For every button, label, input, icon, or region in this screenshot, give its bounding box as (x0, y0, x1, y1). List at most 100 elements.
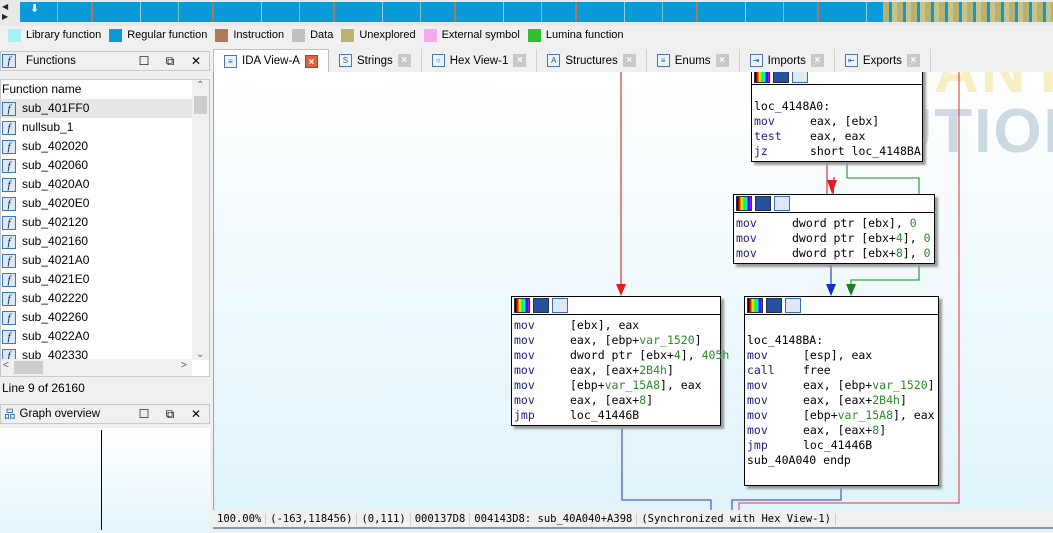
function-row[interactable]: f sub_402160 (1, 232, 192, 251)
tab-close-icon[interactable]: × (906, 54, 920, 67)
tab-close-icon[interactable]: × (513, 54, 527, 67)
float-button[interactable]: ⧉ (157, 407, 183, 422)
graph-overview-canvas[interactable] (0, 428, 210, 533)
nav-scroll-arrows[interactable]: ◀ ▶ (2, 2, 18, 24)
edit-icon[interactable] (773, 72, 789, 83)
color-icon[interactable] (736, 196, 752, 211)
function-row[interactable]: f sub_4020A0 (1, 175, 192, 194)
function-rows: f sub_401FF0 f nullsub_1 f sub_402020 f sub_402… (1, 99, 209, 365)
function-row[interactable]: f sub_402020 (1, 137, 192, 156)
tab-imports[interactable]: ⇥ Imports × (739, 49, 835, 72)
scroll-left-icon[interactable]: < (3, 360, 9, 371)
graph-icon[interactable] (774, 196, 790, 211)
code-line[interactable]: mov eax, [eax+8] (512, 393, 720, 408)
function-row[interactable]: f nullsub_1 (1, 118, 192, 137)
code-line[interactable]: mov eax, [eax+2B4h] (745, 393, 938, 408)
code-line[interactable]: loc_4148BA: (745, 333, 938, 348)
function-icon: f (2, 177, 16, 192)
code-block-loc-4148BA[interactable]: loc_4148BA: mov [esp], eax call free mov eax, … (744, 296, 939, 486)
operand: eax, [eax+ (803, 393, 873, 407)
tab-close-icon[interactable]: × (622, 54, 636, 67)
graph-icon[interactable] (552, 298, 568, 313)
tab-ida-view-a[interactable]: ≡ IDA View-A × (213, 49, 329, 72)
tab-label: IDA View-A (242, 55, 300, 67)
tab-exports[interactable]: ⇤ Exports × (834, 49, 931, 72)
tab-close-icon[interactable]: × (304, 54, 318, 68)
code-line[interactable]: mov eax, [eax+2B4h] (512, 363, 720, 378)
code-block-store-eax[interactable]: mov [ebx], eax mov eax, [ebp+var_1520] mov dw… (511, 296, 729, 426)
code-line[interactable]: jz short loc_4148BA (752, 144, 922, 159)
block-lines: mov dword ptr [ebx], 0 mov dword ptr [ebx+4… (734, 213, 934, 261)
operand: eax, [eax+ (570, 363, 640, 377)
color-icon[interactable] (747, 298, 763, 313)
operand: eax, [eax+ (803, 423, 873, 437)
code-line[interactable]: mov dword ptr [ebx+4], 405h (512, 348, 729, 363)
function-row[interactable]: f sub_4021A0 (1, 251, 192, 270)
operand: ] (927, 378, 935, 392)
code-line[interactable]: sub_40A040 endp (745, 453, 938, 468)
tab-label: Strings (356, 54, 393, 67)
code-line[interactable]: mov dword ptr [ebx+8], 0 (734, 246, 934, 261)
tab-close-icon[interactable]: × (397, 54, 411, 67)
code-line[interactable] (745, 318, 938, 333)
function-row[interactable]: f sub_402260 (1, 308, 192, 327)
graph-icon[interactable] (785, 298, 801, 313)
hscroll-thumb[interactable] (14, 361, 43, 374)
function-row[interactable]: f sub_402220 (1, 289, 192, 308)
scroll-thumb[interactable] (194, 96, 207, 114)
function-icon: f (2, 101, 16, 116)
code-line[interactable]: jmp loc_41446B (512, 408, 720, 423)
status-field: (Synchronized with Hex View-1) (637, 512, 836, 525)
float-button[interactable]: ⧉ (157, 54, 183, 69)
maximize-button[interactable]: ☐ (131, 407, 157, 421)
tab-structures[interactable]: A Structures × (537, 49, 647, 72)
code-line[interactable]: mov eax, [ebp+var_1520] (745, 378, 938, 393)
scroll-right-icon[interactable]: > (181, 360, 187, 371)
tab-close-icon[interactable]: × (715, 54, 729, 67)
code-line[interactable]: mov [ebp+var_15A8], eax (512, 378, 720, 393)
tab-strings[interactable]: S Strings × (328, 49, 422, 72)
code-block-zero-fields[interactable]: mov dword ptr [ebx], 0 mov dword ptr [ebx+4… (733, 194, 935, 264)
code-line[interactable]: jmp loc_41446B (745, 438, 938, 453)
function-row[interactable]: f sub_402060 (1, 156, 192, 175)
color-icon[interactable] (754, 72, 770, 83)
edit-icon[interactable] (533, 298, 549, 313)
close-button[interactable]: ✕ (183, 407, 209, 421)
edit-icon[interactable] (766, 298, 782, 313)
code-line[interactable]: call free (745, 363, 938, 378)
code-line[interactable]: mov dword ptr [ebx], 0 (734, 216, 934, 231)
code-line[interactable]: mov [esp], eax (745, 348, 938, 363)
scroll-up-icon[interactable]: ⌃ (196, 80, 204, 91)
function-row[interactable]: f sub_4020E0 (1, 194, 192, 213)
vertical-scrollbar[interactable]: ⌃ ⌄ (192, 80, 209, 360)
code-line[interactable]: mov [ebp+var_15A8], eax (745, 408, 938, 423)
graph-view[interactable]: ANYSOLUTION loc_4148A0:moveax, [ebx]test… (213, 72, 1053, 510)
code-line[interactable]: mov eax, [ebx] (752, 114, 922, 129)
code-line[interactable]: mov eax, [eax+8] (745, 423, 938, 438)
operand: loc_41446B (570, 408, 640, 422)
code-line[interactable]: mov eax, [ebp+var_1520] (512, 333, 720, 348)
code-line[interactable]: mov dword ptr [ebx+4], 0 (734, 231, 934, 246)
function-row[interactable]: f sub_402120 (1, 213, 192, 232)
column-header-function-name[interactable]: Function name (1, 80, 209, 99)
color-icon[interactable] (514, 298, 530, 313)
scroll-down-icon[interactable]: ⌄ (196, 349, 204, 360)
horizontal-scrollbar[interactable]: < > (1, 359, 192, 376)
function-row[interactable]: f sub_4021E0 (1, 270, 192, 289)
functions-title: Functions (26, 55, 76, 67)
function-row[interactable]: f sub_4022A0 (1, 327, 192, 346)
navigation-bar[interactable] (20, 2, 1053, 22)
function-row[interactable]: f sub_401FF0 (1, 99, 192, 118)
maximize-button[interactable]: ☐ (131, 54, 157, 68)
graph-icon[interactable] (792, 72, 808, 83)
tab-close-icon[interactable]: × (810, 54, 824, 67)
edge-blue (731, 486, 842, 510)
code-block-loc-4148A0[interactable]: loc_4148A0: mov eax, [ebx] test eax, eax jz sh… (751, 72, 923, 162)
edit-icon[interactable] (755, 196, 771, 211)
close-button[interactable]: ✕ (183, 54, 209, 68)
tab-hex-view-1[interactable]: ○ Hex View-1 × (421, 49, 538, 72)
code-line[interactable]: loc_4148A0: (752, 99, 922, 114)
tab-enums[interactable]: ≡ Enums × (646, 49, 740, 72)
code-line[interactable]: test eax, eax (752, 129, 922, 144)
code-line[interactable]: mov [ebx], eax (512, 318, 720, 333)
